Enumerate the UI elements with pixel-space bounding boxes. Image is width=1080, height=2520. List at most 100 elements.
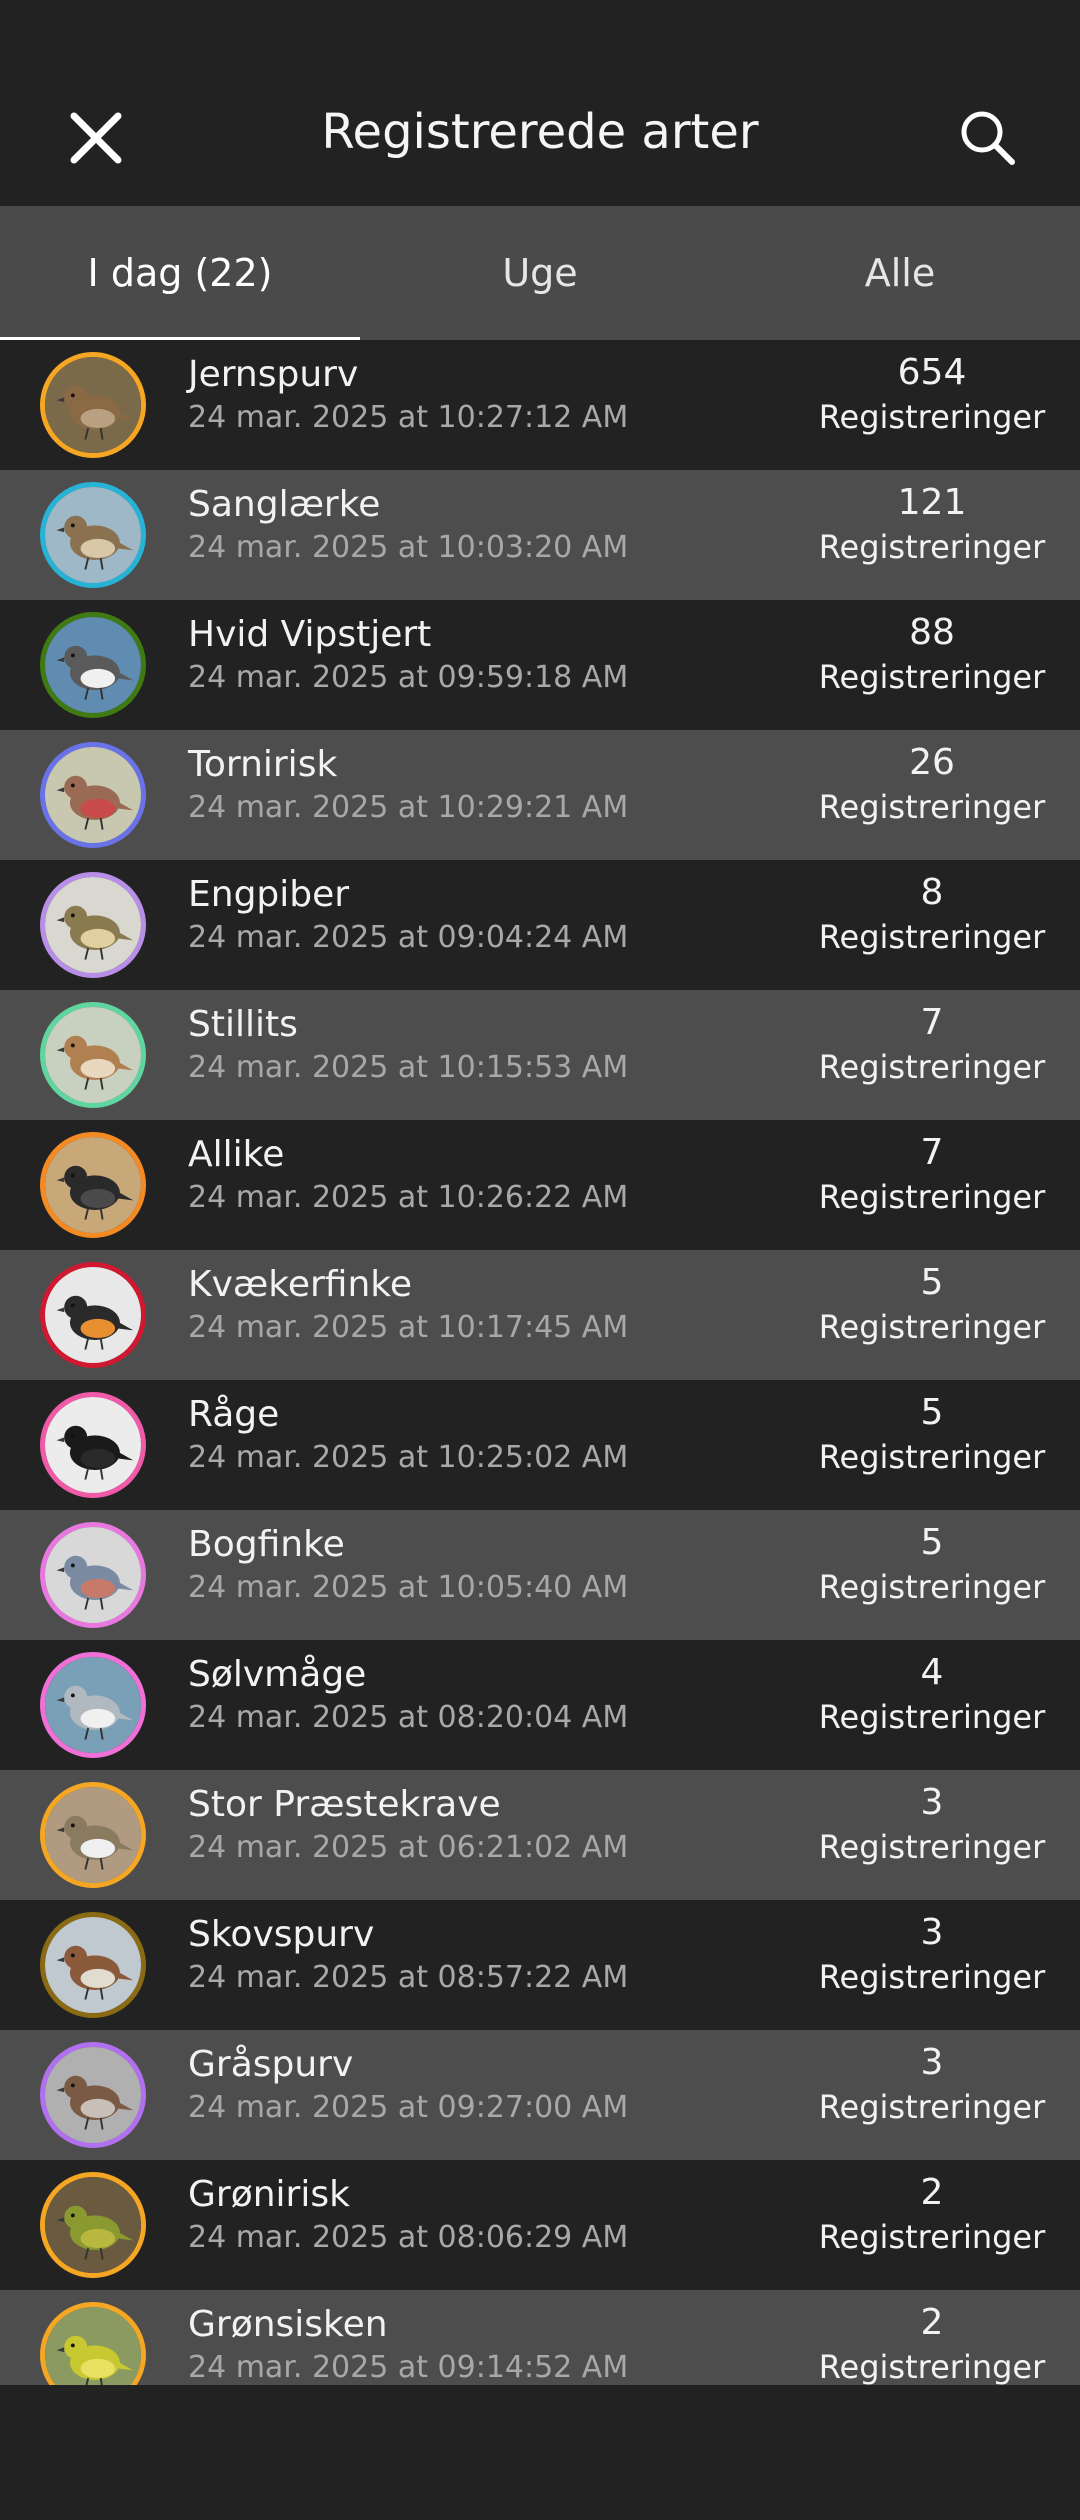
- registration-count-label: Registreringer: [818, 1828, 1046, 1866]
- species-name: Skovspurv: [188, 1914, 375, 1955]
- registration-count: 2: [920, 2172, 944, 2213]
- species-row[interactable]: Grønsisken 24 mar. 2025 at 09:14:52 AM 2 Re…: [0, 2290, 1080, 2385]
- bird-photo: [45, 487, 141, 583]
- registration-count-label: Registreringer: [818, 1438, 1046, 1476]
- registration-count: 2: [920, 2302, 944, 2343]
- bird-photo: [45, 2307, 141, 2385]
- last-seen-timestamp: 24 mar. 2025 at 08:20:04 AM: [188, 1700, 629, 1735]
- registration-count: 4: [920, 1652, 944, 1693]
- bird-photo-avatar: [40, 1912, 146, 2018]
- species-name: Bogfinke: [188, 1524, 345, 1565]
- registration-count-label: Registreringer: [818, 2218, 1046, 2256]
- registration-count-label: Registreringer: [818, 1048, 1046, 1086]
- registration-count: 3: [920, 1912, 944, 1953]
- bird-photo-avatar: [40, 1132, 146, 1238]
- app-header: Registrerede arter: [0, 0, 1080, 206]
- registration-count-label: Registreringer: [818, 1958, 1046, 1996]
- registration-count: 121: [897, 482, 967, 523]
- species-row[interactable]: Jernspurv 24 mar. 2025 at 10:27:12 AM 654 R…: [0, 340, 1080, 470]
- registration-count: 7: [920, 1132, 944, 1173]
- registration-count-label: Registreringer: [818, 1698, 1046, 1736]
- registration-count: 3: [920, 1782, 944, 1823]
- registration-count: 26: [909, 742, 955, 783]
- bird-photo: [45, 357, 141, 453]
- last-seen-timestamp: 24 mar. 2025 at 09:27:00 AM: [188, 2090, 629, 2125]
- last-seen-timestamp: 24 mar. 2025 at 09:04:24 AM: [188, 920, 629, 955]
- bird-photo: [45, 877, 141, 973]
- registration-count: 5: [920, 1262, 944, 1303]
- registration-count-label: Registreringer: [818, 1178, 1046, 1216]
- last-seen-timestamp: 24 mar. 2025 at 10:05:40 AM: [188, 1570, 629, 1605]
- bird-photo: [45, 2047, 141, 2143]
- bird-photo-avatar: [40, 1002, 146, 1108]
- tab-all[interactable]: Alle: [720, 206, 1080, 340]
- species-row[interactable]: Gråspurv 24 mar. 2025 at 09:27:00 AM 3 Regi…: [0, 2030, 1080, 2160]
- tab-week[interactable]: Uge: [360, 206, 720, 340]
- registration-count: 8: [920, 872, 944, 913]
- bird-photo: [45, 1527, 141, 1623]
- registration-count: 5: [920, 1522, 944, 1563]
- bottom-area: [0, 2385, 1080, 2520]
- species-name: Kvækerfinke: [188, 1264, 412, 1305]
- tab-bar: I dag (22) Uge Alle: [0, 206, 1080, 343]
- bird-photo-avatar: [40, 2172, 146, 2278]
- species-list: Jernspurv 24 mar. 2025 at 10:27:12 AM 654 R…: [0, 340, 1080, 2385]
- bird-photo: [45, 617, 141, 713]
- species-name: Gråspurv: [188, 2044, 354, 2085]
- registration-count-label: Registreringer: [818, 788, 1046, 826]
- last-seen-timestamp: 24 mar. 2025 at 08:06:29 AM: [188, 2220, 629, 2255]
- registration-count: 88: [909, 612, 955, 653]
- last-seen-timestamp: 24 mar. 2025 at 10:03:20 AM: [188, 530, 629, 565]
- last-seen-timestamp: 24 mar. 2025 at 10:25:02 AM: [188, 1440, 629, 1475]
- species-row[interactable]: Råge 24 mar. 2025 at 10:25:02 AM 5 Registre…: [0, 1380, 1080, 1510]
- bird-photo: [45, 1787, 141, 1883]
- bird-photo-avatar: [40, 352, 146, 458]
- registration-count: 654: [897, 352, 967, 393]
- registration-count-label: Registreringer: [818, 918, 1046, 956]
- species-row[interactable]: Kvækerfinke 24 mar. 2025 at 10:17:45 AM 5 R…: [0, 1250, 1080, 1380]
- species-row[interactable]: Grønirisk 24 mar. 2025 at 08:06:29 AM 2 Reg…: [0, 2160, 1080, 2290]
- registration-count: 3: [920, 2042, 944, 2083]
- bird-photo-avatar: [40, 1392, 146, 1498]
- species-row[interactable]: Tornirisk 24 mar. 2025 at 10:29:21 AM 26 Re…: [0, 730, 1080, 860]
- species-row[interactable]: Allike 24 mar. 2025 at 10:26:22 AM 7 Regist…: [0, 1120, 1080, 1250]
- bird-photo-avatar: [40, 2302, 146, 2385]
- bird-photo: [45, 1267, 141, 1363]
- bird-photo-avatar: [40, 1652, 146, 1758]
- last-seen-timestamp: 24 mar. 2025 at 08:57:22 AM: [188, 1960, 629, 1995]
- registration-count-label: Registreringer: [818, 2088, 1046, 2126]
- species-row[interactable]: Sølvmåge 24 mar. 2025 at 08:20:04 AM 4 Regi…: [0, 1640, 1080, 1770]
- species-name: Tornirisk: [188, 744, 338, 785]
- last-seen-timestamp: 24 mar. 2025 at 06:21:02 AM: [188, 1830, 629, 1865]
- species-name: Allike: [188, 1134, 285, 1175]
- species-name: Stor Præstekrave: [188, 1784, 501, 1825]
- species-name: Sanglærke: [188, 484, 381, 525]
- species-name: Engpiber: [188, 874, 350, 915]
- registration-count-label: Registreringer: [818, 1308, 1046, 1346]
- search-button[interactable]: [958, 108, 1018, 168]
- tab-today[interactable]: I dag (22): [0, 206, 360, 340]
- species-name: Grønirisk: [188, 2174, 350, 2215]
- species-row[interactable]: Stillits 24 mar. 2025 at 10:15:53 AM 7 Regi…: [0, 990, 1080, 1120]
- bird-photo: [45, 1657, 141, 1753]
- species-row[interactable]: Bogfinke 24 mar. 2025 at 10:05:40 AM 5 Regi…: [0, 1510, 1080, 1640]
- bird-photo: [45, 1397, 141, 1493]
- species-name: Stillits: [188, 1004, 298, 1045]
- bird-photo-avatar: [40, 872, 146, 978]
- registration-count: 7: [920, 1002, 944, 1043]
- bird-photo-avatar: [40, 742, 146, 848]
- species-row[interactable]: Sanglærke 24 mar. 2025 at 10:03:20 AM 121 R…: [0, 470, 1080, 600]
- species-row[interactable]: Hvid Vipstjert 24 mar. 2025 at 09:59:18 A…: [0, 600, 1080, 730]
- last-seen-timestamp: 24 mar. 2025 at 09:59:18 AM: [188, 660, 629, 695]
- bird-photo: [45, 747, 141, 843]
- bird-photo: [45, 1917, 141, 2013]
- species-row[interactable]: Skovspurv 24 mar. 2025 at 08:57:22 AM 3 Reg…: [0, 1900, 1080, 2030]
- species-name: Råge: [188, 1394, 280, 1435]
- page-title: Registrerede arter: [321, 104, 759, 160]
- bird-photo: [45, 2177, 141, 2273]
- bird-photo-avatar: [40, 482, 146, 588]
- species-row[interactable]: Stor Præstekrave 24 mar. 2025 at 06:21:02…: [0, 1770, 1080, 1900]
- species-row[interactable]: Engpiber 24 mar. 2025 at 09:04:24 AM 8 Regi…: [0, 860, 1080, 990]
- bird-photo-avatar: [40, 1262, 146, 1368]
- search-icon: [961, 111, 1015, 165]
